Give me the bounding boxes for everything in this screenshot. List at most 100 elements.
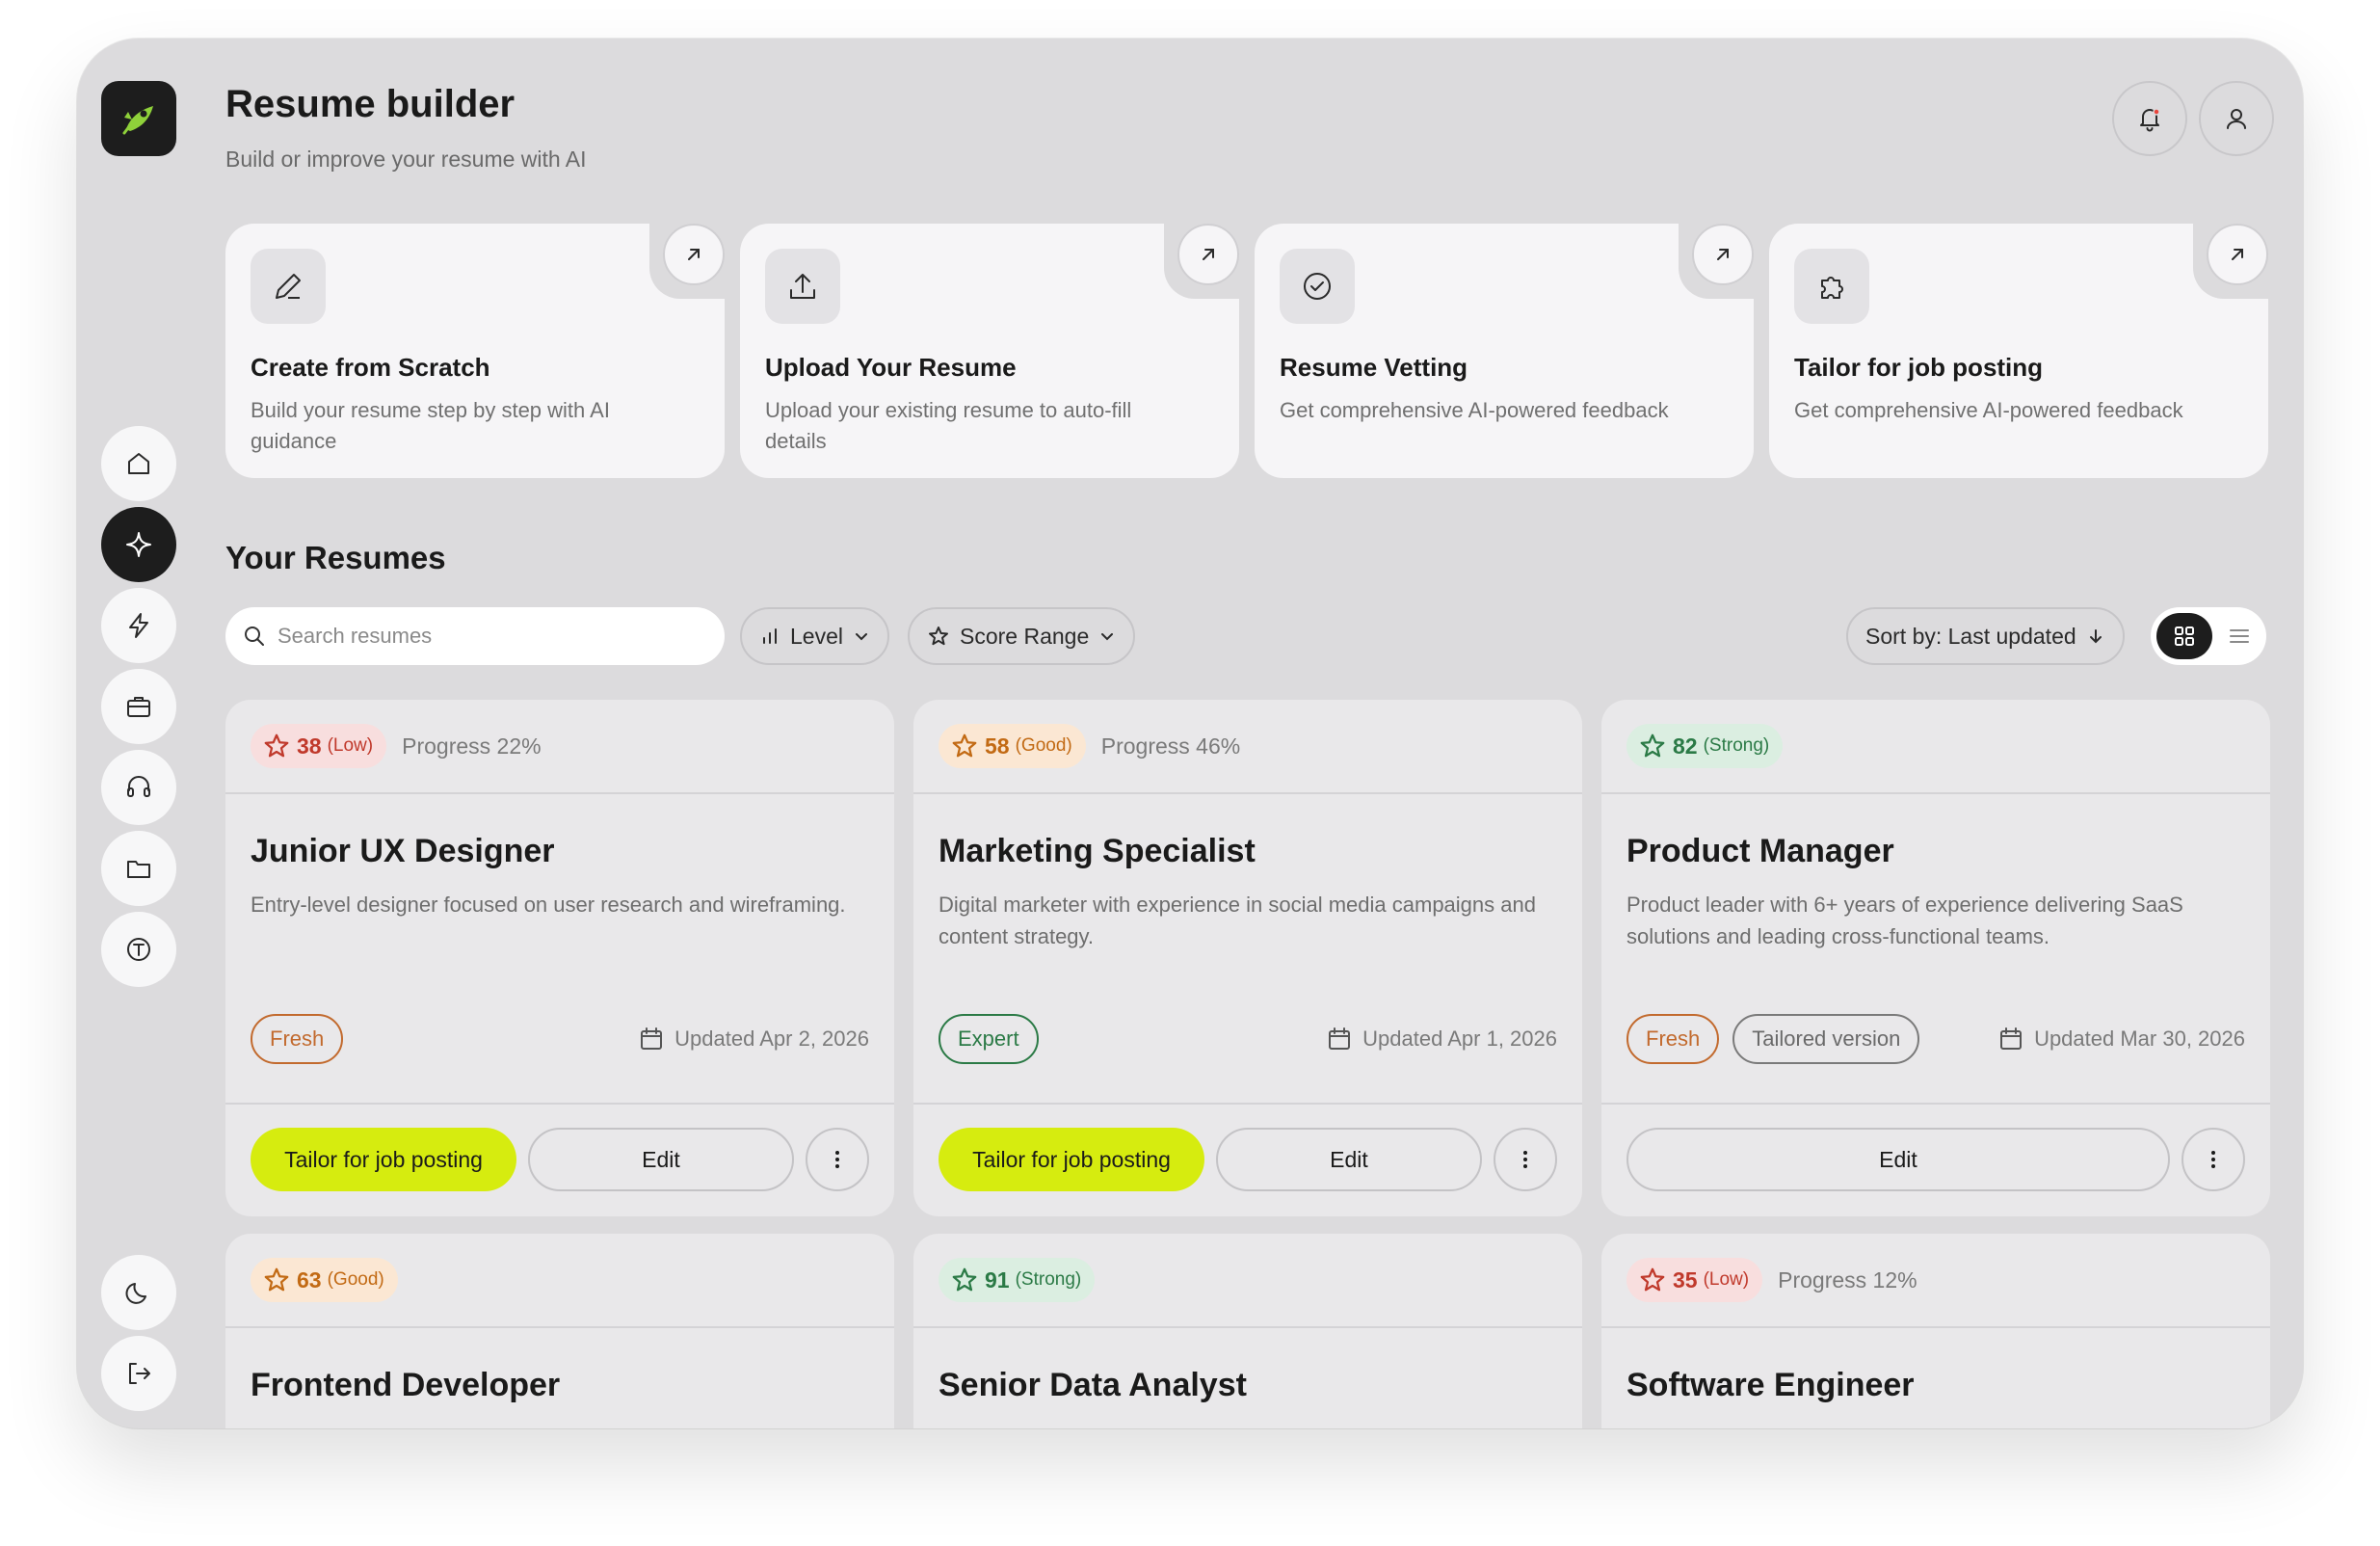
quick-action-create[interactable]: Create from Scratch Build your resume st… xyxy=(225,218,730,478)
section-title: Your Resumes xyxy=(225,540,446,575)
search-input[interactable] xyxy=(278,624,701,649)
profile-button[interactable] xyxy=(2199,81,2274,156)
sidebar-item-home[interactable] xyxy=(101,426,176,501)
puzzle-icon xyxy=(1794,249,1869,324)
headset-icon xyxy=(127,776,150,797)
level-filter-label: Level xyxy=(790,623,843,649)
resume-card[interactable]: 63 (Good) Frontend Developer xyxy=(225,1234,894,1428)
tailor-button[interactable]: Tailor for job posting xyxy=(251,1128,516,1191)
briefcase-icon xyxy=(127,697,150,717)
resume-title: Product Manager xyxy=(1626,833,1894,869)
moon-icon xyxy=(125,1283,146,1304)
app-logo[interactable] xyxy=(101,81,176,156)
open-arrow-icon[interactable] xyxy=(1177,224,1239,285)
score-badge: 82 (Strong) xyxy=(1626,724,1784,768)
quick-action-description: Get comprehensive AI-powered feedback xyxy=(1794,398,2183,422)
score-level: (Low) xyxy=(327,735,374,756)
sidebar-item-ai-builder[interactable] xyxy=(101,507,176,582)
score-level: (Strong) xyxy=(1703,735,1770,756)
notifications-button[interactable] xyxy=(2112,81,2187,156)
edit-button[interactable]: Edit xyxy=(1626,1128,2170,1191)
view-toggle xyxy=(2151,607,2266,665)
quick-action-description: Get comprehensive AI-powered feedback xyxy=(1280,398,1669,422)
resume-card[interactable]: 38 (Low) Progress 22% Junior UX Designer… xyxy=(225,700,894,1216)
sidebar-item-files[interactable] xyxy=(101,831,176,906)
logout-button[interactable] xyxy=(101,1336,176,1411)
search-icon xyxy=(245,626,264,646)
resume-card[interactable]: 35 (Low) Progress 12% Software Engineer xyxy=(1601,1234,2270,1428)
open-arrow-icon[interactable] xyxy=(1692,224,1754,285)
chevron-down-icon xyxy=(855,633,867,641)
quick-action-vetting[interactable]: Resume Vetting Get comprehensive AI-powe… xyxy=(1255,218,1759,478)
score-value: 91 xyxy=(985,1266,1010,1293)
search-bar xyxy=(225,607,725,665)
score-badge: 38 (Low) xyxy=(251,724,387,768)
pencil-icon xyxy=(251,249,326,324)
level-filter[interactable]: Level xyxy=(740,607,889,665)
open-arrow-icon[interactable] xyxy=(2207,224,2268,285)
chevron-down-icon xyxy=(1101,633,1114,641)
more-vertical-icon xyxy=(2211,1151,2215,1168)
updated-date: Updated Apr 2, 2026 xyxy=(638,1026,869,1053)
quick-action-tailor[interactable]: Tailor for job posting Get comprehensive… xyxy=(1769,218,2274,478)
score-range-filter[interactable]: Score Range xyxy=(908,607,1136,665)
sparkle-icon xyxy=(126,532,151,557)
score-level: (Good) xyxy=(327,1269,384,1290)
quick-action-title: Tailor for job posting xyxy=(1794,353,2044,382)
check-circle-icon xyxy=(1280,249,1355,324)
quick-action-title: Upload Your Resume xyxy=(765,353,1017,382)
calendar-icon xyxy=(641,1027,663,1050)
calendar-icon xyxy=(2000,1027,2023,1050)
more-options-button[interactable] xyxy=(1494,1128,1557,1191)
quick-action-title: Resume Vetting xyxy=(1280,353,1468,382)
star-icon xyxy=(1640,1267,1665,1292)
edit-button[interactable]: Edit xyxy=(1216,1128,1482,1191)
more-options-button[interactable] xyxy=(806,1128,869,1191)
edit-button[interactable]: Edit xyxy=(528,1128,794,1191)
open-arrow-icon[interactable] xyxy=(663,224,725,285)
folder-icon xyxy=(127,861,150,878)
score-level: (Low) xyxy=(1703,1269,1750,1290)
grid-icon xyxy=(2175,626,2194,646)
sidebar-nav xyxy=(101,426,176,987)
sidebar-item-text[interactable] xyxy=(101,912,176,987)
resume-card[interactable]: 58 (Good) Progress 46% Marketing Special… xyxy=(913,700,1582,1216)
score-badge: 35 (Low) xyxy=(1626,1258,1763,1302)
sidebar-item-jobs[interactable] xyxy=(101,669,176,744)
app-window: Resume builder Build or improve your res… xyxy=(77,39,2303,1428)
rocket-logo-icon xyxy=(122,106,153,135)
resume-description: Product leader with 6+ years of experien… xyxy=(1626,893,2183,948)
home-icon xyxy=(128,453,149,474)
page-subtitle: Build or improve your resume with AI xyxy=(225,147,587,172)
sort-label: Sort by: Last updated xyxy=(1865,623,2076,649)
score-value: 63 xyxy=(297,1266,322,1293)
text-icon xyxy=(127,938,150,961)
theme-toggle-button[interactable] xyxy=(101,1255,176,1330)
grid-view-button[interactable] xyxy=(2156,613,2212,659)
resume-card[interactable]: 82 (Strong) Product Manager Product lead… xyxy=(1601,700,2270,1216)
calendar-icon xyxy=(1329,1027,1351,1050)
quick-action-title: Create from Scratch xyxy=(251,353,490,382)
sidebar-item-quick[interactable] xyxy=(101,588,176,663)
score-range-filter-label: Score Range xyxy=(960,623,1090,649)
resume-card[interactable]: 91 (Strong) Senior Data Analyst xyxy=(913,1234,1582,1428)
resume-title: Software Engineer xyxy=(1626,1367,1915,1403)
updated-text: Updated Mar 30, 2026 xyxy=(2034,1026,2245,1051)
bolt-icon xyxy=(129,613,148,638)
sort-dropdown[interactable]: Sort by: Last updated xyxy=(1846,607,2125,665)
bell-icon xyxy=(2140,108,2160,132)
tailor-button[interactable]: Tailor for job posting xyxy=(939,1128,1204,1191)
star-icon xyxy=(264,733,289,758)
star-icon xyxy=(264,1267,289,1292)
quick-action-upload[interactable]: Upload Your Resume Upload your existing … xyxy=(740,218,1245,478)
resume-description: Digital marketer with experience in soci… xyxy=(939,893,1536,948)
progress-text: Progress 46% xyxy=(1100,733,1241,759)
list-view-button[interactable] xyxy=(2218,613,2261,659)
score-badge: 58 (Good) xyxy=(939,724,1086,768)
score-badge: 63 (Good) xyxy=(251,1258,398,1302)
sidebar-item-support[interactable] xyxy=(101,750,176,825)
more-vertical-icon xyxy=(1523,1151,1527,1168)
more-options-button[interactable] xyxy=(2182,1128,2245,1191)
bar-chart-icon xyxy=(763,628,777,644)
score-value: 38 xyxy=(297,733,322,759)
